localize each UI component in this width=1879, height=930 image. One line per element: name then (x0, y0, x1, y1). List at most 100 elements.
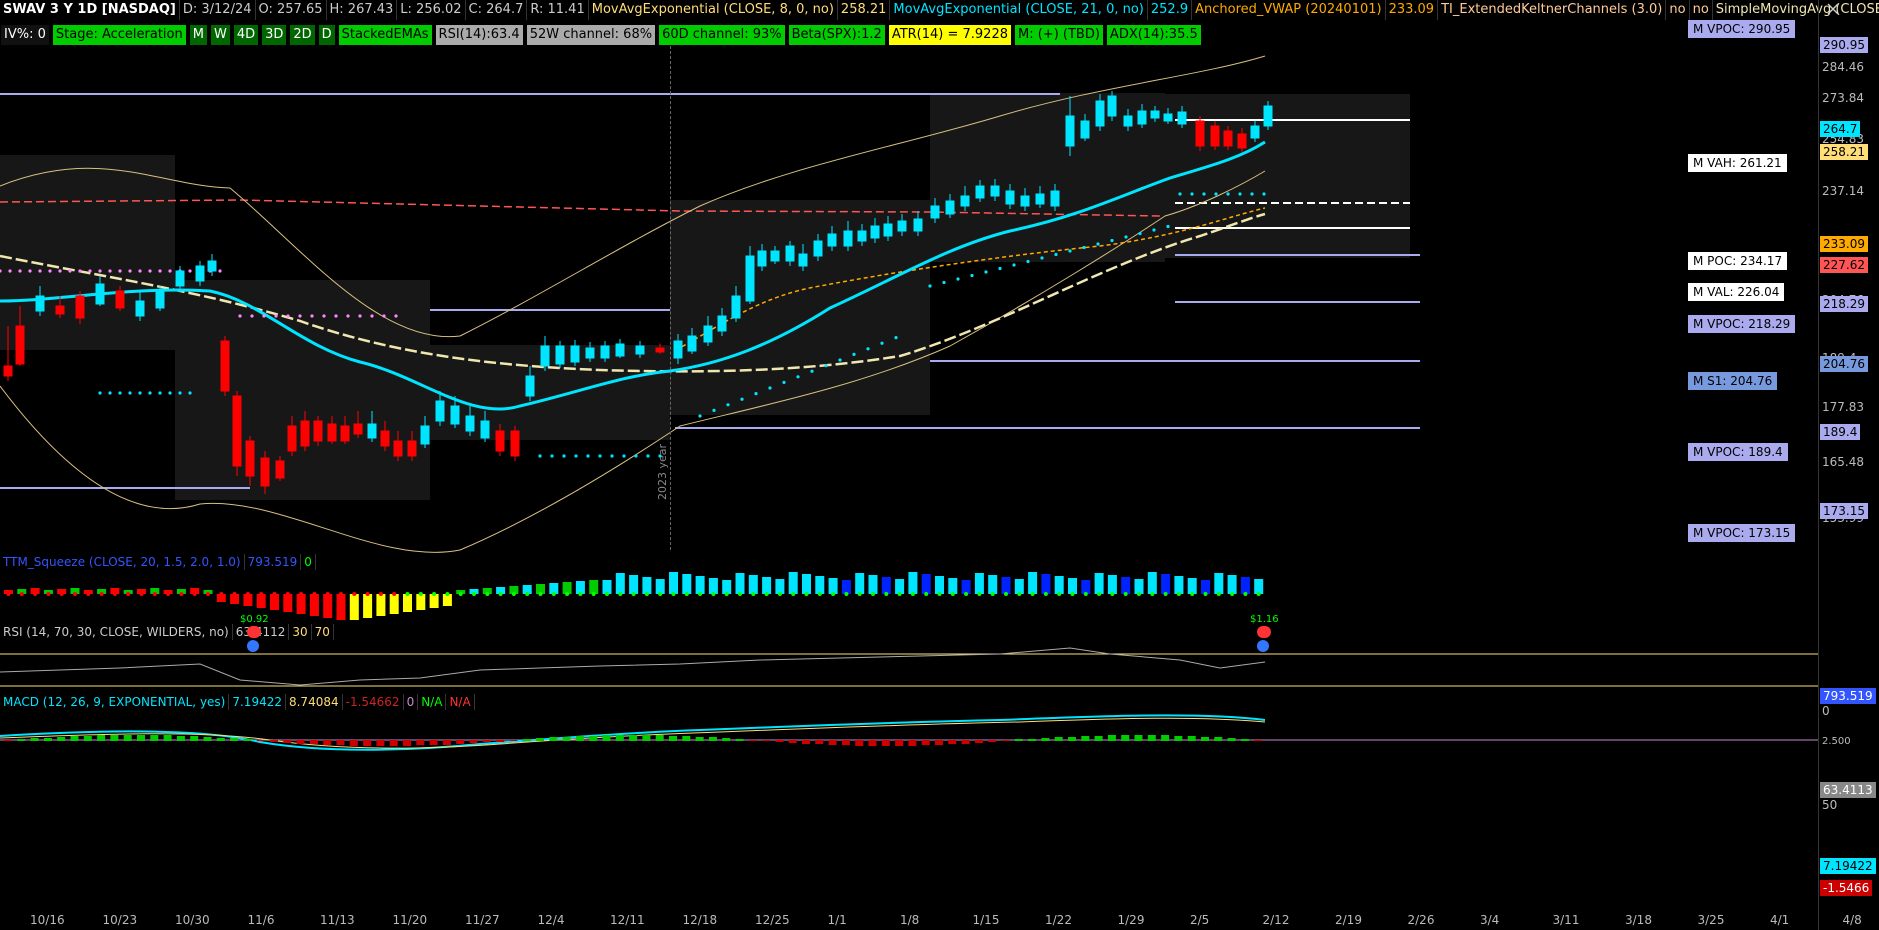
macd-zero: 0 (404, 694, 419, 710)
price-badge: 204.76 (1820, 356, 1868, 372)
keltner-dot (754, 392, 758, 396)
squeeze-dot (1176, 592, 1181, 596)
price-chart[interactable] (0, 46, 1818, 594)
price-tick: 237.14 (1822, 184, 1864, 198)
axis-menu-icon[interactable] (1826, 2, 1840, 16)
keltner-dot (866, 347, 870, 351)
keltner-dot (1026, 259, 1030, 264)
macd-histogram-bar (509, 740, 518, 741)
squeeze-dot (259, 592, 264, 596)
chart-header: SWAV 3 Y 1D [NASDAQ] D: 3/12/24 O: 257.65 H… (0, 0, 1879, 20)
candle-body (525, 375, 535, 397)
squeeze-bar (788, 572, 798, 594)
squeeze-dot (817, 592, 822, 596)
vwap-study[interactable]: Anchored_VWAP (20240101) (1192, 0, 1386, 20)
keltner-dot (1226, 192, 1230, 196)
macd-histogram-bar (868, 740, 877, 746)
ttm-squeeze-pane[interactable] (0, 570, 1818, 622)
ema8-study[interactable]: MovAvgExponential (CLOSE, 8, 0, no) (589, 0, 838, 20)
squeeze-bar (1201, 580, 1210, 594)
macd-histogram-bar (1121, 735, 1130, 741)
keltner-study[interactable]: TI_ExtendedKeltnerChannels (3.0) (1438, 0, 1667, 20)
macd-histogram-bar (110, 735, 119, 741)
macd-histogram-bar (549, 737, 558, 741)
squeeze-bar (1240, 577, 1250, 594)
time-tick: 12/18 (682, 913, 718, 927)
squeeze-dot (950, 592, 955, 596)
squeeze-dot (897, 592, 902, 596)
keltner-dot (346, 314, 350, 318)
ttm-study-label[interactable]: TTM_Squeeze (CLOSE, 20, 1.5, 2.0, 1.0) (0, 554, 245, 570)
squeeze-dot (99, 592, 104, 596)
rsi-study-label[interactable]: RSI (14, 70, 30, CLOSE, WILDERS, no) (0, 624, 233, 640)
squeeze-bar (762, 577, 772, 594)
squeeze-dot (1137, 592, 1141, 596)
squeeze-dot (551, 592, 556, 596)
keltner-dot (118, 269, 122, 273)
squeeze-dot (126, 592, 131, 596)
macd-histogram-bar (97, 735, 106, 741)
keltner-dot (810, 369, 814, 373)
ema21-study[interactable]: MovAvgExponential (CLOSE, 21, 0, no) (890, 0, 1148, 20)
squeeze-dot (804, 592, 809, 596)
candle-body (510, 430, 520, 457)
squeeze-dot (777, 592, 782, 596)
range-label: R: 11.41 (527, 0, 589, 20)
keltner-dot (1040, 256, 1044, 260)
price-badge: 227.62 (1820, 257, 1868, 273)
volume-profile-area (0, 155, 175, 350)
squeeze-dot (1043, 592, 1048, 596)
candle-body (703, 325, 713, 343)
keltner-dot (634, 454, 638, 458)
keltner-dot (1138, 231, 1142, 236)
time-tick: 4/1 (1770, 913, 1790, 927)
squeeze-bar (629, 575, 639, 594)
macd-histogram-bar (482, 740, 491, 742)
rsi-low: 30 (289, 624, 312, 640)
squeeze-dot (272, 592, 277, 596)
macd-histogram-bar (815, 740, 824, 744)
macd-histogram-bar (921, 740, 930, 745)
squeeze-dot (1083, 592, 1088, 596)
earnings-icon-2[interactable] (1257, 626, 1271, 638)
time-tick: 11/13 (320, 913, 355, 927)
macd-histogram-bar (163, 735, 172, 741)
squeeze-bar (974, 573, 984, 594)
dividend-label-1: $0.92 (240, 614, 269, 625)
macd-histogram-bar (788, 740, 797, 743)
time-tick: 11/6 (247, 913, 275, 927)
macd-histogram-bar (735, 739, 744, 741)
candle-body (687, 335, 697, 352)
macd-histogram-bar (1001, 740, 1010, 741)
macd-histogram-bar (309, 740, 318, 744)
candle-body (827, 233, 837, 247)
rsi-axis-top: 2.500 (1822, 736, 1851, 747)
rsi-pane[interactable] (0, 640, 1818, 690)
candle-body (990, 185, 1000, 197)
info-icon-2[interactable] (1257, 640, 1269, 652)
macd-histogram-bar (416, 740, 425, 745)
squeeze-dot (618, 592, 623, 596)
squeeze-dot (605, 592, 609, 596)
keltner-dot (768, 386, 772, 390)
macd-histogram-bar (1227, 738, 1236, 741)
squeeze-dot (910, 592, 915, 596)
squeeze-bar (376, 594, 386, 616)
macd-histogram-bar (961, 740, 970, 744)
macd-histogram-bar (376, 740, 385, 746)
macd-histogram-bar (456, 740, 465, 744)
keltner-dot (168, 269, 172, 273)
keltner-dot (550, 454, 554, 458)
macd-study-label[interactable]: MACD (12, 26, 9, EXPONENTIAL, yes) (0, 694, 230, 710)
symbol-label[interactable]: SWAV 3 Y 1D [NASDAQ] (0, 0, 180, 20)
macd-histogram-bar (30, 738, 39, 741)
info-icon-1[interactable] (247, 640, 259, 652)
macd-pane[interactable] (0, 710, 1818, 758)
squeeze-bar (1187, 578, 1197, 594)
keltner-value-1: no (1666, 0, 1690, 20)
macd-histogram-bar (988, 740, 997, 742)
candle-body (1107, 95, 1117, 117)
macd-histogram-bar (256, 740, 265, 741)
macd-value: 7.19422 (229, 694, 286, 710)
earnings-icon-1[interactable] (247, 626, 261, 638)
